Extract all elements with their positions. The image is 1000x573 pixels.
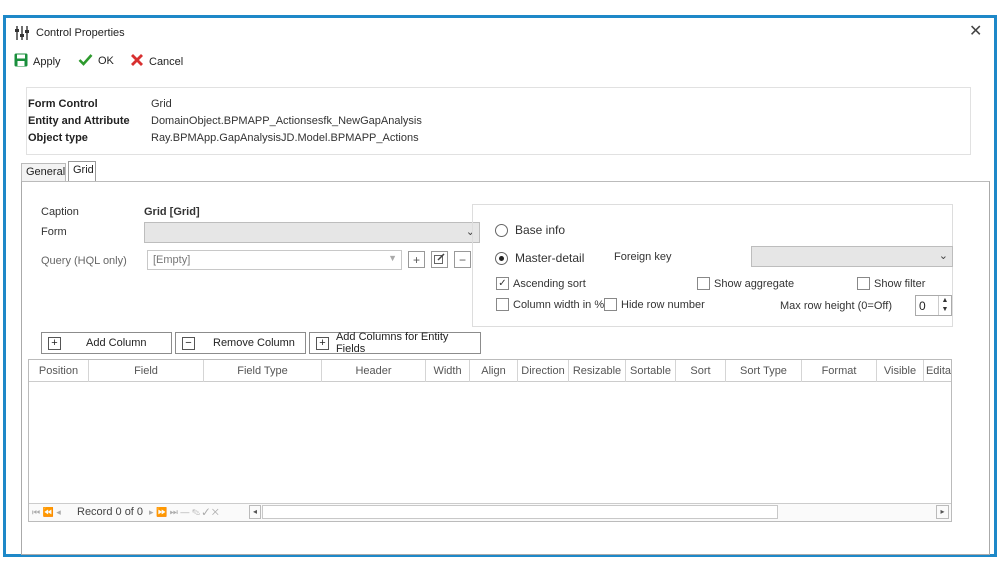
form-control-label: Form Control [28,98,98,110]
apply-label: Apply [33,55,61,68]
column-header-sort-type[interactable]: Sort Type [726,360,802,382]
base-info-label: Base info [515,223,566,237]
checkbox-box [697,277,710,290]
window-title: Control Properties [36,27,125,39]
column-width-label: Column width in % [513,298,605,311]
base-info-radio[interactable]: Base info [495,223,565,237]
add-column-label: Add Column [86,337,147,349]
add-entity-fields-button[interactable]: + Add Columns for Entity Fields [309,331,481,355]
plus-icon: + [412,252,420,267]
tab-grid[interactable]: Grid [68,161,96,181]
nav-first-icon[interactable]: ⏮ ⏪ ◂ [32,507,61,518]
column-header-field-type[interactable]: Field Type [204,360,322,382]
scroll-right-icon[interactable]: ▸ [936,505,949,519]
column-header-field[interactable]: Field [89,360,204,382]
show-filter-checkbox[interactable]: Show filter [857,277,925,290]
minus-icon: − [458,252,466,267]
checkbox-box [604,298,617,311]
tab-general[interactable]: General [21,163,66,181]
column-header-position[interactable]: Position [29,360,89,382]
show-aggregate-label: Show aggregate [714,277,795,290]
entity-attribute-label: Entity and Attribute [28,115,130,127]
master-detail-label: Master-detail [515,251,585,265]
cancel-button[interactable]: Cancel [130,53,183,70]
checkbox-box [857,277,870,290]
spinner-arrows-icon[interactable]: ▲ ▼ [938,296,951,315]
columns-grid[interactable]: Position Field Field Type Header Width A… [28,359,952,522]
checkmark-icon [78,53,93,69]
edit-query-button[interactable] [431,251,448,268]
checkmark-icon: ✓ [496,277,509,290]
column-header-align[interactable]: Align [470,360,518,382]
object-type-value: Ray.BPMApp.GapAnalysisJD.Model.BPMAPP_Ac… [151,132,419,144]
sliders-icon [14,26,30,40]
ascending-sort-checkbox[interactable]: ✓ Ascending sort [496,277,586,290]
save-icon [14,53,28,70]
form-control-value: Grid [151,98,172,110]
master-detail-radio[interactable]: Master-detail [495,251,584,265]
remove-query-button[interactable]: − [454,251,471,268]
edit-icon [434,252,445,267]
remove-column-button[interactable]: − Remove Column [175,332,306,354]
column-header-width[interactable]: Width [426,360,470,382]
radio-indicator [495,223,508,237]
column-header-resizable[interactable]: Resizable [569,360,626,382]
column-header-header[interactable]: Header [322,360,426,382]
hide-row-number-checkbox[interactable]: Hide row number [604,298,705,311]
add-query-button[interactable]: + [408,251,425,268]
apply-button[interactable]: Apply [14,53,61,70]
form-label: Form [41,226,67,238]
entity-attribute-value: DomainObject.BPMAPP_Actionsesfk_NewGapAn… [151,115,422,127]
plus-icon: + [48,336,61,350]
caption-value: Grid [Grid] [144,206,200,218]
query-label: Query (HQL only) [41,255,127,267]
add-entity-fields-label: Add Columns for Entity Fields [335,331,449,355]
grid-navigator: ⏮ ⏪ ◂ Record 0 of 0 ▸ ⏩ ⏭ — ✎ ✓ ✕ ◂ ▸ [29,503,951,521]
hide-row-number-label: Hide row number [621,298,705,311]
plus-icon: + [316,336,329,350]
checkbox-box [496,298,509,311]
chevron-down-icon: ▼ [388,253,397,263]
record-counter: Record 0 of 0 [77,506,144,518]
remove-column-label: Remove Column [213,337,295,349]
column-header-direction[interactable]: Direction [518,360,569,382]
add-column-button[interactable]: + Add Column [41,332,172,354]
column-header-visible[interactable]: Visible [877,360,924,382]
control-properties-dialog: Control Properties ✕ Apply OK Cancel For… [3,15,997,557]
max-row-height-spinner[interactable]: 0 ▲ ▼ [915,295,952,316]
max-row-height-value: 0 [919,299,926,313]
column-width-checkbox[interactable]: Column width in % [496,298,604,311]
close-button[interactable]: ✕ [969,23,982,41]
ok-button[interactable]: OK [78,53,114,69]
ascending-sort-label: Ascending sort [513,277,586,290]
query-input[interactable]: [Empty] ▼ [147,250,402,270]
chevron-down-icon: ⌄ [938,250,948,262]
object-type-label: Object type [28,132,88,144]
show-aggregate-checkbox[interactable]: Show aggregate [697,277,794,290]
cancel-label: Cancel [149,55,184,68]
grid-header-row: Position Field Field Type Header Width A… [29,360,951,382]
foreign-key-label: Foreign key [614,251,672,263]
column-header-format[interactable]: Format [802,360,877,382]
cancel-x-icon [130,53,144,70]
foreign-key-dropdown[interactable]: ⌄ [751,246,953,267]
minus-icon: − [182,336,195,350]
column-header-sortable[interactable]: Sortable [626,360,676,382]
control-info-panel: Form Control Grid Entity and Attribute D… [26,87,971,155]
scroll-left-icon[interactable]: ◂ [249,505,261,519]
ok-label: OK [98,55,114,67]
column-header-editable[interactable]: Edita [924,360,953,382]
column-header-sort[interactable]: Sort [676,360,726,382]
radio-indicator [495,251,508,265]
horizontal-scrollbar-thumb[interactable] [262,505,778,519]
max-row-height-label: Max row height (0=Off) [780,300,892,312]
form-dropdown[interactable]: ⌄ [144,222,480,243]
show-filter-label: Show filter [874,277,926,290]
query-value: [Empty] [153,254,191,266]
caption-label: Caption [41,206,79,218]
nav-last-icon[interactable]: ▸ ⏩ ⏭ — ✎ ✓ ✕ [149,507,219,518]
